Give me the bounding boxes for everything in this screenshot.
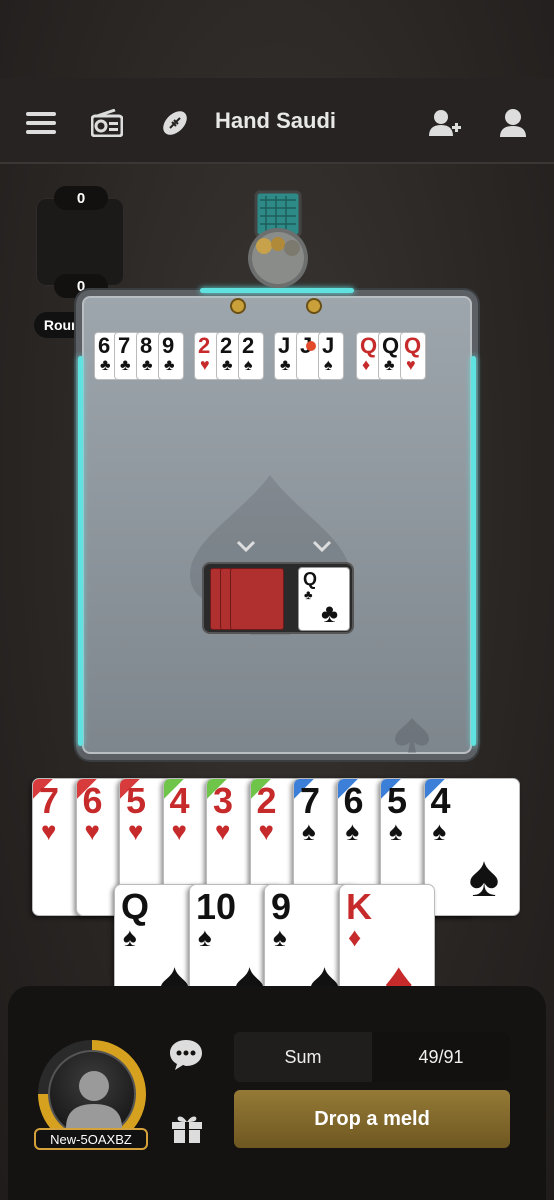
card-suit: ♥ (41, 816, 57, 846)
card-rank: 2 (256, 780, 277, 821)
card-suit: ♠ (324, 357, 333, 374)
meld-card[interactable]: J ♠ (318, 332, 344, 380)
card-rank: 5 (126, 780, 147, 821)
card-suit: ♦ (348, 922, 362, 952)
discard-pile-card[interactable]: Q ♣ ♣ (298, 567, 350, 631)
meld-card[interactable]: 9 ♣ (158, 332, 184, 380)
card-suit: ♣ (100, 357, 111, 374)
profile-icon[interactable] (496, 106, 530, 140)
draw-pile[interactable] (230, 568, 284, 630)
card-rank: 7 (300, 780, 321, 821)
hand-card[interactable]: 4 ♠ ♠ (423, 778, 520, 916)
chevron-down-icon (236, 540, 256, 553)
radio-icon[interactable] (90, 106, 124, 140)
card-suit: ♣ (222, 357, 233, 374)
discard-suit-large: ♣ (321, 598, 339, 628)
sum-label: Sum (284, 1046, 322, 1067)
meld-card[interactable]: 2 ♠ (238, 332, 264, 380)
football-icon[interactable] (158, 106, 192, 140)
chevron-down-icon (312, 540, 332, 553)
card-rank: J (322, 333, 335, 358)
card-rank: 9 (162, 333, 175, 358)
card-suit: ♠ (198, 922, 212, 952)
card-suit: ♥ (200, 357, 210, 374)
joker-mark-icon (306, 341, 316, 351)
card-rank: 7 (118, 333, 131, 358)
card-suit: ♣ (142, 357, 153, 374)
card-suit: ♣ (120, 357, 131, 374)
dealer-deck-avatar (248, 190, 308, 288)
card-rank: 6 (98, 333, 111, 358)
card-suit-large: ♠ (468, 844, 500, 909)
card-rank: 5 (387, 780, 408, 821)
token-icon (306, 298, 322, 314)
sum-box: Sum 49/91 (234, 1032, 510, 1082)
opponent-avatar-slot (36, 198, 124, 286)
add-friend-icon[interactable] (428, 106, 462, 140)
drop-meld-button[interactable]: Drop a meld (234, 1090, 510, 1148)
player-name: New-5OAXBZ (34, 1128, 148, 1150)
card-rank: 6 (82, 780, 103, 821)
card-suit: ♠ (345, 816, 360, 846)
sum-value: 49/91 (372, 1032, 510, 1082)
card-suit: ♠ (432, 816, 447, 846)
menu-icon[interactable] (24, 106, 58, 140)
token-icon (230, 298, 246, 314)
card-rank: Q (121, 886, 150, 927)
card-rank: 7 (39, 780, 60, 821)
score-top: 0 (54, 186, 108, 210)
card-rank: 2 (242, 333, 255, 358)
meld-card[interactable]: Q ♥ (400, 332, 426, 380)
top-bar: Hand Saudi (0, 78, 554, 164)
card-rank: K (346, 886, 372, 927)
table-edge-right (471, 356, 476, 746)
card-rank: 2 (198, 333, 211, 358)
card-suit: ♥ (128, 816, 144, 846)
card-rank: 3 (213, 780, 234, 821)
card-rank: J (278, 333, 291, 358)
card-suit: ♦ (362, 357, 371, 374)
card-suit: ♣ (164, 357, 175, 374)
card-rank: 4 (169, 780, 190, 821)
card-rank: 9 (271, 886, 292, 927)
card-suit: ♥ (171, 816, 187, 846)
card-suit: ♥ (258, 816, 274, 846)
discard-suit: ♣ (304, 587, 313, 602)
card-rank: Q (382, 333, 400, 358)
card-rank: 6 (343, 780, 364, 821)
avatar[interactable] (48, 1050, 136, 1138)
table-edge-left (78, 356, 83, 746)
page-title: Hand Saudi (215, 108, 337, 133)
card-rank: Q (360, 333, 378, 358)
chat-icon[interactable] (168, 1038, 204, 1072)
card-suit: ♠ (273, 922, 287, 952)
card-suit: ♠ (389, 816, 403, 846)
card-rank: 10 (196, 886, 237, 927)
card-suit: ♥ (406, 357, 416, 374)
card-rank: 8 (140, 333, 153, 358)
card-rank: 4 (430, 780, 451, 821)
card-suit: ♠ (244, 357, 253, 374)
card-suit: ♥ (215, 816, 231, 846)
card-suit: ♣ (384, 357, 395, 374)
card-suit: ♠ (302, 816, 316, 846)
user-silhouette-icon (66, 1071, 122, 1128)
card-rank: 2 (220, 333, 233, 358)
spade-corner-icon (395, 718, 429, 753)
card-suit: ♣ (280, 357, 291, 374)
card-rank: Q (404, 333, 422, 358)
gift-icon[interactable] (170, 1112, 204, 1144)
card-suit: ♠ (123, 922, 137, 952)
card-suit: ♥ (84, 816, 100, 846)
